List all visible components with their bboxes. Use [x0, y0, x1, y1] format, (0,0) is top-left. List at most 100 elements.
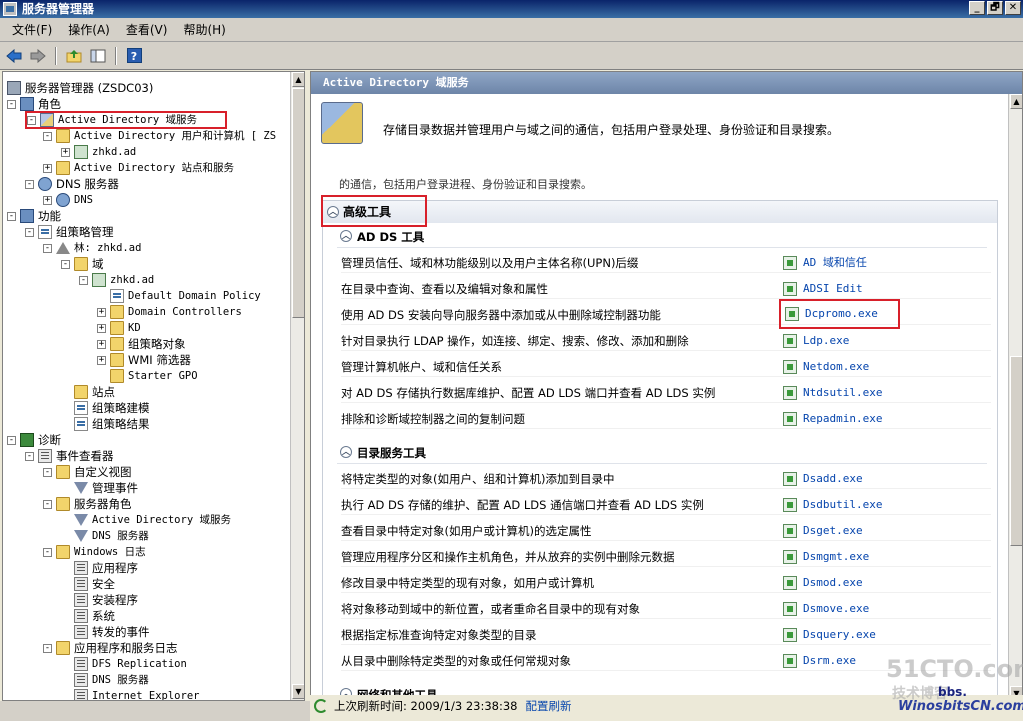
tool-link[interactable]: Dsadd.exe — [783, 469, 863, 489]
collapse-icon[interactable]: - — [25, 227, 34, 237]
close-button[interactable]: ✕ — [1005, 1, 1021, 15]
tree-item[interactable]: - Active Directory 域服务 — [25, 111, 227, 129]
expand-icon[interactable]: + — [43, 195, 52, 205]
collapse-icon[interactable]: - — [43, 243, 52, 253]
tool-link[interactable]: Dsmove.exe — [783, 599, 869, 619]
tree-item[interactable]: + WMI 筛选器 — [97, 352, 191, 368]
tree-item[interactable]: - 服务器角色 — [43, 496, 132, 512]
tool-link[interactable]: Dsdbutil.exe — [783, 495, 882, 515]
tree-item[interactable]: 站点 — [61, 384, 115, 400]
collapse-icon[interactable]: - — [7, 211, 16, 221]
tree-item[interactable]: 安全 — [61, 576, 115, 592]
configure-refresh-link[interactable]: 配置刷新 — [525, 695, 571, 717]
tree-item[interactable]: + DNS — [43, 192, 93, 208]
forward-arrow-icon[interactable] — [28, 46, 48, 66]
tree-item[interactable]: - Windows 日志 — [43, 544, 146, 560]
tree-item[interactable]: 系统 — [61, 608, 115, 624]
tree-item[interactable]: + Domain Controllers — [97, 304, 242, 320]
expand-icon[interactable]: + — [97, 339, 106, 349]
collapse-icon[interactable]: - — [7, 435, 16, 445]
tool-link[interactable]: Dsmod.exe — [783, 573, 863, 593]
tree-item[interactable]: -域 — [61, 256, 104, 272]
tool-link[interactable]: Repadmin.exe — [783, 409, 882, 429]
menu-file[interactable]: 文件(F) — [4, 20, 60, 40]
tree-item[interactable]: 安装程序 — [61, 592, 138, 608]
tree-item[interactable]: - 功能 — [7, 208, 61, 224]
tool-group-header[interactable]: ︿ 目录服务工具 — [337, 445, 426, 461]
collapse-chevron-icon[interactable]: ︿ — [340, 230, 352, 242]
collapse-icon[interactable]: - — [43, 499, 52, 509]
expand-icon[interactable]: + — [97, 355, 106, 365]
tree-item[interactable]: Internet Explorer — [61, 688, 199, 700]
minimize-button[interactable]: _ — [969, 1, 985, 15]
collapse-chevron-icon[interactable]: ︿ — [340, 446, 352, 458]
expand-icon[interactable]: + — [97, 307, 106, 317]
tree-item[interactable]: 管理事件 — [61, 480, 138, 496]
content-scroll-thumb[interactable] — [1010, 356, 1022, 546]
tree-item[interactable]: + 组策略对象 — [97, 336, 186, 352]
refresh-icon[interactable] — [314, 699, 328, 713]
title-bar[interactable]: 服务器管理器 _ 🗗 ✕ — [0, 0, 1023, 18]
tree-item[interactable]: + zhkd.ad — [61, 144, 136, 160]
tool-link[interactable]: AD 域和信任 — [783, 253, 867, 273]
collapse-icon[interactable]: - — [25, 179, 34, 189]
collapse-icon[interactable]: - — [43, 643, 52, 653]
tree-scroll-down-icon[interactable]: ▼ — [292, 684, 304, 699]
tree-item[interactable]: Starter GPO — [97, 368, 198, 384]
tree-item[interactable]: - 组策略管理 — [25, 224, 114, 240]
tree-item[interactable]: - 林: zhkd.ad — [43, 240, 141, 256]
content-scrollbar[interactable]: ▲ ▼ — [1008, 94, 1022, 700]
expand-icon[interactable]: + — [43, 163, 52, 173]
tool-link[interactable]: ADSI Edit — [783, 279, 863, 299]
tree-item[interactable]: 组策略结果 — [61, 416, 150, 432]
collapse-icon[interactable]: - — [27, 115, 36, 125]
tree-item[interactable]: - Active Directory 用户和计算机 [ ZS — [43, 128, 276, 144]
tree-item[interactable]: - zhkd.ad — [79, 272, 154, 288]
tool-group-header[interactable]: ︿ AD DS 工具 — [337, 229, 424, 245]
tool-link[interactable]: Dsrm.exe — [783, 651, 856, 671]
tool-link[interactable]: Dsget.exe — [783, 521, 863, 541]
collapse-icon[interactable]: - — [43, 467, 52, 477]
help-icon[interactable]: ? — [124, 46, 144, 66]
tool-link[interactable]: Netdom.exe — [783, 357, 869, 377]
restore-button[interactable]: 🗗 — [987, 1, 1003, 15]
tree-item[interactable]: - 自定义视图 — [43, 464, 132, 480]
menu-help[interactable]: 帮助(H) — [175, 20, 233, 40]
tree-item[interactable]: Default Domain Policy — [97, 288, 261, 304]
tree-item[interactable]: - DNS 服务器 — [25, 176, 119, 192]
collapse-icon[interactable]: - — [79, 275, 88, 285]
tool-link[interactable]: Dsquery.exe — [783, 625, 876, 645]
content-scroll-up-icon[interactable]: ▲ — [1010, 94, 1022, 109]
tree-item[interactable]: - 角色 — [7, 96, 61, 112]
collapse-icon[interactable]: - — [7, 99, 16, 109]
collapse-icon[interactable]: - — [43, 131, 52, 141]
console-tree[interactable]: 服务器管理器 (ZSDC03) - 角色 - Active Directory 域服务 -… — [2, 71, 305, 701]
tree-item[interactable]: + KD — [97, 320, 141, 336]
collapse-icon[interactable]: - — [25, 451, 34, 461]
show-hide-tree-icon[interactable] — [88, 46, 108, 66]
tool-link[interactable]: Ldp.exe — [783, 331, 849, 351]
menu-view[interactable]: 查看(V) — [118, 20, 176, 40]
tool-link[interactable]: Ntdsutil.exe — [783, 383, 882, 403]
tree-item[interactable]: DFS Replication — [61, 656, 187, 672]
tree-item[interactable]: + Active Directory 站点和服务 — [43, 160, 234, 176]
collapse-icon[interactable]: - — [61, 259, 70, 269]
tree-item[interactable]: 组策略建模 — [61, 400, 150, 416]
up-folder-icon[interactable] — [64, 46, 84, 66]
tree-item[interactable]: Active Directory 域服务 — [61, 512, 231, 528]
tree-item[interactable]: 应用程序 — [61, 560, 138, 576]
expand-icon[interactable]: + — [97, 323, 106, 333]
tree-item[interactable]: DNS 服务器 — [61, 528, 149, 544]
tool-link[interactable]: Dcpromo.exe — [779, 299, 900, 329]
tree-item[interactable]: - 事件查看器 — [25, 448, 114, 464]
expand-icon[interactable]: + — [61, 147, 70, 157]
tree-item[interactable]: 转发的事件 — [61, 624, 150, 640]
tool-link[interactable]: Dsmgmt.exe — [783, 547, 869, 567]
tree-scrollbar[interactable]: ▲ ▼ — [290, 72, 304, 700]
tree-item[interactable]: - 诊断 — [7, 432, 61, 448]
tree-item-root[interactable]: 服务器管理器 (ZSDC03) — [7, 80, 153, 96]
tree-scroll-thumb[interactable] — [292, 88, 304, 318]
menu-action[interactable]: 操作(A) — [60, 20, 118, 40]
tree-item[interactable]: - 应用程序和服务日志 — [43, 640, 178, 656]
tree-item[interactable]: DNS 服务器 — [61, 672, 149, 688]
